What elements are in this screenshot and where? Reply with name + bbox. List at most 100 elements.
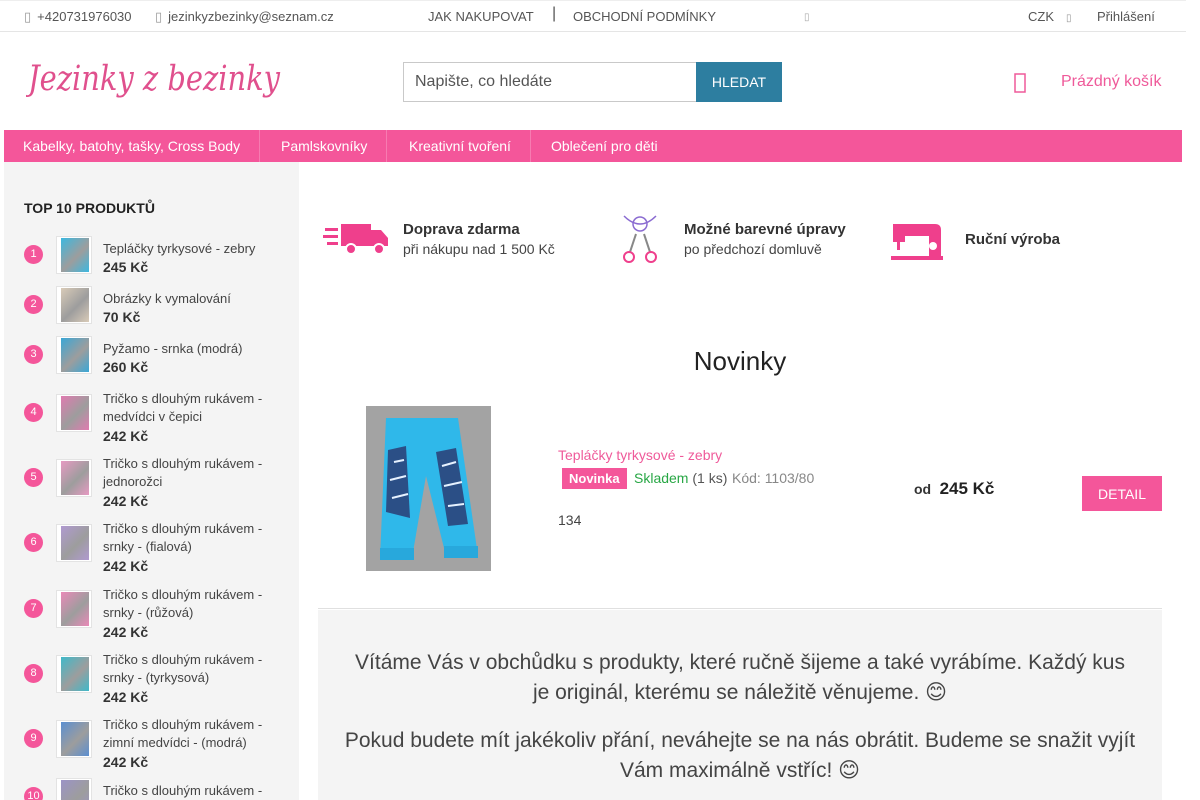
stock-status: Skladem (1 ks): [634, 470, 727, 486]
top-product-price: 242 Kč: [103, 754, 149, 770]
top-product-name[interactable]: Tričko s dlouhým rukávem - srnky - (fial…: [103, 520, 283, 556]
link-how-to-buy[interactable]: JAK NAKUPOVAT: [428, 9, 534, 24]
phone-icon: ▯: [24, 9, 32, 24]
cart-link[interactable]: Prázdný košík: [1061, 73, 1161, 91]
product-price: od 245 Kč: [914, 479, 994, 499]
stock-quantity: (1 ks): [692, 470, 728, 486]
dropdown-icon[interactable]: ▯: [804, 12, 810, 23]
currency-label: CZK: [1028, 9, 1054, 24]
logo-text: Jezinky z bezinky: [26, 59, 281, 99]
welcome-box: Vítáme Vás v obchůdku s produkty, které …: [318, 610, 1162, 800]
logo-image: Jezinky z bezinky: [23, 59, 281, 99]
email-address[interactable]: jezinkyzbezinky@seznam.cz: [168, 9, 334, 24]
currency-selector[interactable]: CZK ▯: [1028, 9, 1072, 24]
product-name-link[interactable]: Tepláčky tyrkysové - zebry: [558, 447, 722, 463]
sidebar-title: TOP 10 PRODUKTŮ: [24, 200, 155, 216]
stock-label: Skladem: [634, 470, 689, 486]
logo[interactable]: Jezinky z bezinky: [23, 56, 282, 106]
top-product-name[interactable]: Tričko s dlouhým rukávem - srnky - (růžo…: [103, 586, 283, 622]
product-thumbnail[interactable]: [56, 286, 92, 324]
product-thumbnail[interactable]: [56, 394, 92, 432]
email-contact[interactable]: ▯ jezinkyzbezinky@seznam.cz: [155, 9, 334, 25]
link-terms[interactable]: OBCHODNÍ PODMÍNKY: [573, 9, 716, 24]
product-thumbnail[interactable]: [56, 720, 92, 758]
product-thumbnail[interactable]: [56, 524, 92, 562]
top-product-name[interactable]: Obrázky k vymalování: [103, 290, 283, 308]
nav-item-bags[interactable]: Kabelky, batohy, tašky, Cross Body: [4, 130, 261, 162]
login-link[interactable]: Přihlášení: [1097, 9, 1155, 24]
welcome-text-1: Vítáme Vás v obchůdku s produkty, které …: [355, 651, 1125, 704]
price-from-label: od: [914, 481, 932, 497]
top-product-price: 242 Kč: [103, 624, 149, 640]
rank-badge: 10: [24, 787, 43, 800]
top-product-price: 245 Kč: [103, 259, 149, 275]
chevron-down-icon: ▯: [1066, 13, 1072, 24]
thumbnail-image: [61, 288, 89, 322]
phone-contact[interactable]: ▯ +420731976030: [24, 9, 132, 25]
search-input[interactable]: [403, 62, 697, 102]
benefit-title: Doprava zdarma: [403, 221, 520, 238]
product-variant: 134: [558, 512, 582, 528]
product-thumbnail[interactable]: [56, 336, 92, 374]
benefit-title: Ruční výroba: [965, 231, 1061, 248]
benefit-subtitle: při nákupu nad 1 500 Kč: [403, 241, 555, 257]
product-image[interactable]: [366, 406, 491, 571]
section-title: Novinky: [693, 346, 787, 376]
nav-item-creative[interactable]: Kreativní tvoření: [390, 130, 531, 162]
top-product-name[interactable]: Tepláčky tyrkysové - zebry: [103, 240, 283, 258]
top-bar: ▯ +420731976030 ▯ jezinkyzbezinky@seznam.c…: [0, 0, 1186, 32]
main-navigation: Kabelky, batohy, tašky, Cross Body Pamls…: [4, 130, 1182, 162]
product-thumbnail[interactable]: [56, 590, 92, 628]
product-code: Kód: 1103/80: [732, 470, 815, 486]
rank-badge: 3: [24, 345, 43, 364]
top-product-name[interactable]: Tričko s dlouhým rukávem - srnky - (tyrk…: [103, 651, 283, 687]
new-badge: Novinka: [562, 468, 627, 489]
truck-icon: [323, 224, 388, 255]
top-product-price: 242 Kč: [103, 558, 149, 574]
nav-item-treat-holders[interactable]: Pamlskovníky: [262, 130, 388, 162]
welcome-text-2: Pokud budete mít jakékoliv přání, neváhe…: [344, 729, 1136, 782]
scissors-icon: [623, 215, 657, 263]
cart-icon[interactable]: [1013, 72, 1027, 94]
sewing-machine-icon: [891, 224, 943, 260]
price-value: 245 Kč: [939, 479, 995, 498]
phone-number[interactable]: +420731976030: [37, 9, 131, 24]
benefit-subtitle: po předchozí domluvě: [684, 241, 822, 257]
benefit-color-options: Možné barevné úpravy po předchozí domluv…: [614, 208, 874, 268]
top-product-price: 260 Kč: [103, 359, 149, 375]
top-product-name[interactable]: Tričko s dlouhým rukávem - medvídci v če…: [103, 390, 283, 426]
rank-badge: 8: [24, 664, 43, 683]
rank-badge: 5: [24, 468, 43, 487]
benefit-handmade: Ruční výroba: [889, 208, 1089, 268]
benefit-title: Možné barevné úpravy: [684, 221, 846, 238]
thumbnail-image: [61, 780, 89, 800]
rank-badge: 7: [24, 599, 43, 618]
top-product-name[interactable]: Tričko s dlouhým rukávem - jednorožci: [103, 455, 283, 491]
product-thumbnail[interactable]: [56, 459, 92, 497]
product-thumbnail[interactable]: [56, 778, 92, 800]
nav-item-kids-clothing[interactable]: Oblečení pro děti: [532, 130, 677, 162]
top-product-price: 242 Kč: [103, 689, 149, 705]
rank-badge: 1: [24, 245, 43, 264]
search-button[interactable]: HLEDAT: [696, 62, 782, 102]
top-product-name[interactable]: Pyžamo - srnka (modrá): [103, 340, 283, 358]
thumbnail-image: [61, 526, 89, 560]
rank-badge: 6: [24, 533, 43, 552]
top-product-price: 242 Kč: [103, 493, 149, 509]
product-thumbnail[interactable]: [56, 236, 92, 274]
email-icon: ▯: [155, 9, 163, 24]
thumbnail-image: [61, 461, 89, 495]
thumbnail-image: [61, 396, 89, 430]
rank-badge: 2: [24, 295, 43, 314]
thumbnail-image: [61, 592, 89, 626]
top-product-name[interactable]: Tričko s dlouhým rukávem - zimní medvídc…: [103, 716, 283, 752]
rank-badge: 9: [24, 729, 43, 748]
thumbnail-image: [61, 338, 89, 372]
divider: |: [552, 5, 557, 22]
product-thumbnail[interactable]: [56, 655, 92, 693]
thumbnail-image: [61, 722, 89, 756]
benefit-free-shipping: Doprava zdarma při nákupu nad 1 500 Kč: [323, 208, 573, 268]
detail-button[interactable]: DETAIL: [1082, 476, 1162, 511]
thumbnail-image: [61, 657, 89, 691]
top-product-name[interactable]: Tričko s dlouhým rukávem -: [103, 782, 283, 800]
